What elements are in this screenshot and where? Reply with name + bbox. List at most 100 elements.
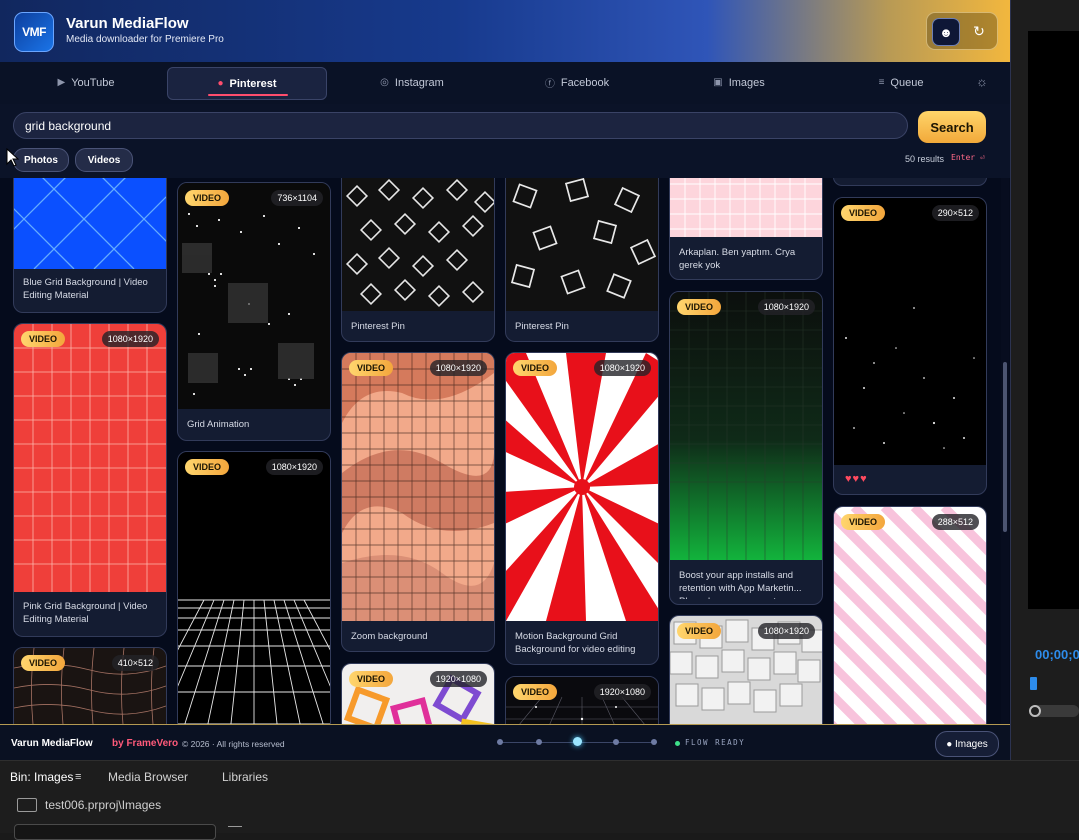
tab-libraries[interactable]: Libraries: [222, 770, 268, 784]
tab-bin-images[interactable]: Bin: Images: [10, 770, 73, 784]
resolution-badge: 290×512: [931, 205, 979, 221]
panel-menu-icon[interactable]: ≡: [75, 771, 81, 783]
zoom-handle[interactable]: [1029, 705, 1041, 717]
refresh-icon: ↻: [973, 22, 985, 39]
resolution-badge: 736×1104: [271, 190, 323, 206]
tab-label: Facebook: [560, 76, 610, 89]
video-badge: VIDEO: [185, 459, 230, 475]
resolution-badge: 1920×1080: [593, 684, 651, 700]
status-button[interactable]: ☻: [932, 18, 960, 46]
card-caption: Zoom background: [351, 631, 428, 642]
result-card[interactable]: VIDEO 1080×1920 Motion Background Grid B…: [505, 352, 659, 665]
card-caption: Boost your app installs and retention wi…: [679, 570, 803, 599]
image-icon: ▣: [713, 77, 723, 88]
search-button[interactable]: Search: [918, 111, 986, 143]
thumbnail: [834, 198, 986, 465]
project-panel: Bin: Images ≡ Media Browser Libraries te…: [0, 760, 1079, 840]
result-card[interactable]: VIDEO 736×1104 Grid Animation: [177, 182, 331, 441]
result-card[interactable]: VIDEO 1080×1920 Pink Grid Background | V…: [13, 323, 167, 637]
program-monitor-panel: 00;00;0: [1011, 0, 1079, 760]
card-caption: Pinterest Pin: [515, 321, 569, 332]
search-input[interactable]: [13, 112, 908, 139]
flow-step-dot: [651, 739, 657, 745]
result-card[interactable]: VIDEO 1080×1920: [669, 615, 823, 724]
video-badge: VIDEO: [21, 331, 66, 347]
result-card[interactable]: VIDEO 410×512: [13, 647, 167, 724]
thumbnail: [342, 178, 494, 311]
bin-search-input[interactable]: [14, 824, 216, 840]
enter-hint: Enter ⏎: [951, 153, 985, 162]
flow-step-dot: [613, 739, 619, 745]
result-card[interactable]: Pinterest Pin: [505, 178, 659, 342]
status-icon: ☻: [939, 24, 953, 40]
results-grid: Blue Grid Background | Video Editing Mat…: [0, 178, 1000, 724]
app-header: VMF Varun MediaFlow Media downloader for…: [0, 0, 1010, 62]
video-badge: VIDEO: [841, 514, 886, 530]
app-title: Varun MediaFlow: [66, 15, 189, 32]
result-card[interactable]: [833, 178, 987, 186]
tab-instagram[interactable]: ◎ Instagram: [333, 67, 491, 98]
filter-photos-chip[interactable]: Photos: [13, 148, 69, 172]
result-card[interactable]: Blue Grid Background | Video Editing Mat…: [13, 178, 167, 313]
tab-youtube[interactable]: ▶ YouTube: [7, 67, 165, 98]
video-badge: VIDEO: [677, 623, 722, 639]
filter-videos-chip[interactable]: Videos: [75, 148, 133, 172]
video-badge: VIDEO: [21, 655, 66, 671]
result-card[interactable]: VIDEO 290×512 ♥♥♥: [833, 197, 987, 495]
footer-by[interactable]: by FrameVero: [112, 738, 178, 749]
images-button[interactable]: ● Images: [935, 731, 999, 757]
video-badge: VIDEO: [513, 684, 558, 700]
result-card[interactable]: Pinterest Pin: [341, 178, 495, 342]
result-card[interactable]: VIDEO 1920×1080: [505, 676, 659, 724]
tab-images[interactable]: ▣ Images: [660, 67, 818, 98]
result-card[interactable]: VIDEO 1080×1920: [177, 451, 331, 724]
pinterest-icon: ●: [217, 78, 224, 89]
thumbnail: [178, 452, 330, 724]
result-card[interactable]: VIDEO 1080×1920 Zoom background: [341, 352, 495, 652]
tab-queue[interactable]: ≡ Queue: [822, 67, 980, 98]
tab-label: Instagram: [394, 76, 444, 89]
flow-step-dot: [497, 739, 503, 745]
video-badge: VIDEO: [349, 360, 394, 376]
video-badge: VIDEO: [185, 190, 230, 206]
theme-toggle-icon[interactable]: ☼: [976, 74, 988, 89]
video-badge: VIDEO: [349, 671, 394, 687]
new-bin-icon[interactable]: [228, 826, 242, 835]
hearts-icon: ♥♥♥: [845, 473, 868, 485]
resolution-badge: 1080×1920: [429, 360, 487, 376]
refresh-button[interactable]: ↻: [966, 18, 992, 44]
timecode[interactable]: 00;00;0: [1035, 647, 1079, 662]
playhead-icon[interactable]: [1030, 677, 1037, 690]
scrollbar-thumb[interactable]: [1003, 362, 1007, 532]
tab-facebook[interactable]: ⓕ Facebook: [498, 67, 656, 98]
resolution-badge: 1920×1080: [429, 671, 487, 687]
app-logo: VMF: [14, 12, 54, 52]
flow-step-dot: [536, 739, 542, 745]
card-caption: Grid Animation: [187, 419, 250, 430]
youtube-icon: ▶: [57, 77, 66, 88]
result-card[interactable]: Arkaplan. Ben yaptım. Crya gerek yok: [669, 178, 823, 280]
app-subtitle: Media downloader for Premiere Pro: [66, 34, 224, 45]
facebook-icon: ⓕ: [544, 79, 555, 90]
mouse-cursor-icon: [6, 148, 20, 167]
results-scrollbar[interactable]: [1001, 178, 1009, 724]
folder-up-icon[interactable]: [17, 798, 37, 812]
tab-pinterest[interactable]: ● Pinterest: [167, 67, 327, 100]
video-badge: VIDEO: [677, 299, 722, 315]
footer-brand: Varun MediaFlow: [11, 738, 93, 749]
thumbnail: [178, 183, 330, 409]
resolution-badge: 1080×1920: [757, 623, 815, 639]
resolution-badge: 410×512: [111, 655, 159, 671]
tab-media-browser[interactable]: Media Browser: [108, 770, 188, 784]
result-card[interactable]: VIDEO 288×512: [833, 506, 987, 724]
result-card[interactable]: VIDEO 1080×1920 Boost your app installs …: [669, 291, 823, 605]
thumbnail: [14, 324, 166, 592]
result-card[interactable]: VIDEO 1920×1080: [341, 663, 495, 724]
thumbnail: [670, 178, 822, 237]
thumbnail: [14, 178, 166, 269]
tab-label: Images: [728, 76, 765, 89]
resolution-badge: 1080×1920: [757, 299, 815, 315]
program-monitor: [1028, 31, 1079, 609]
queue-icon: ≡: [878, 77, 885, 88]
zoom-scrollbar[interactable]: [1029, 705, 1079, 717]
